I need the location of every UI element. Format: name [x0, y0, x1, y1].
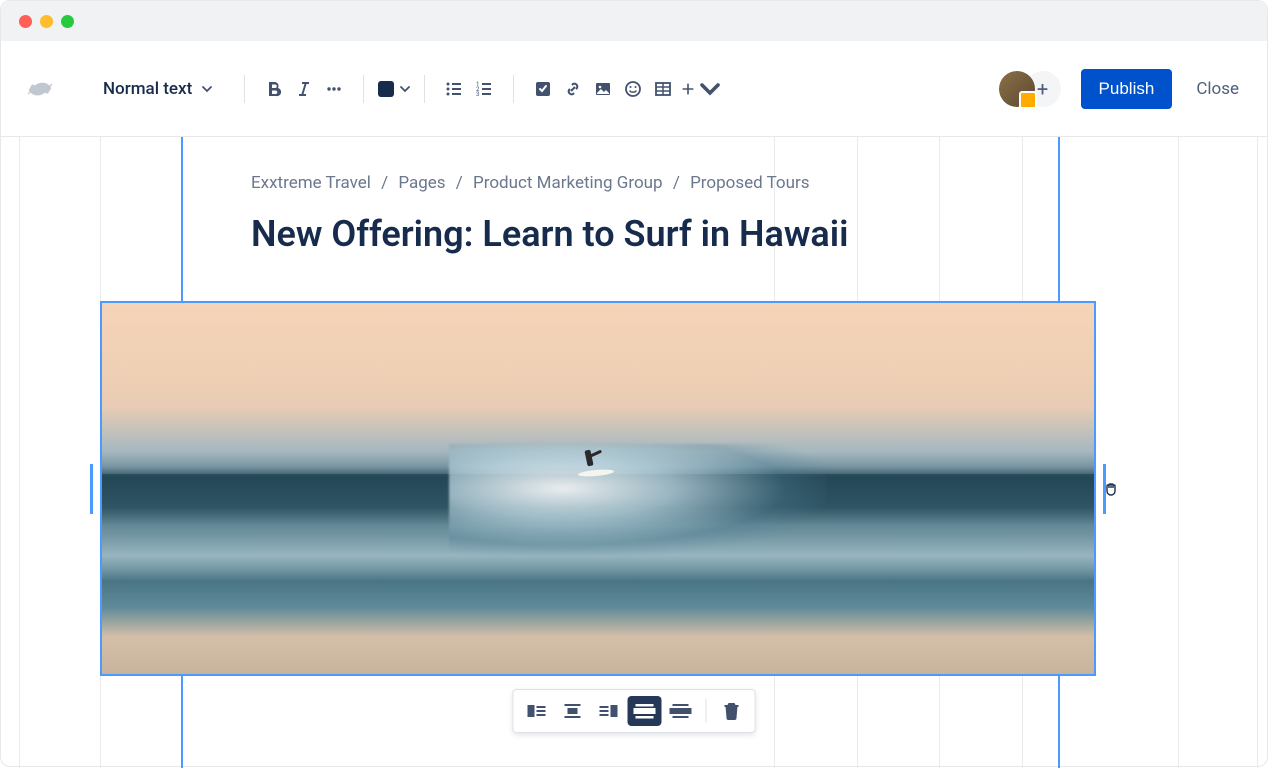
editor-toolbar: Normal text 123 [1, 41, 1267, 137]
publish-button[interactable]: Publish [1081, 69, 1173, 109]
breadcrumb-item[interactable]: Product Marketing Group [473, 173, 663, 193]
breadcrumb-item[interactable]: Pages [398, 173, 445, 193]
breadcrumb-separator: / [673, 173, 680, 193]
editor-canvas: Exxtreme Travel / Pages / Product Market… [1, 137, 1267, 768]
breadcrumb-item[interactable]: Exxtreme Travel [251, 173, 371, 193]
text-color-button[interactable] [378, 81, 410, 97]
image-align-center-button[interactable] [556, 696, 590, 726]
image-delete-button[interactable] [715, 696, 749, 726]
insert-menu-button[interactable] [678, 74, 722, 104]
breadcrumb: Exxtreme Travel / Pages / Product Market… [251, 173, 990, 193]
window-titlebar [1, 1, 1267, 41]
bold-icon [264, 79, 284, 99]
toolbar-divider [706, 699, 707, 723]
action-item-icon [533, 79, 553, 99]
svg-text:3: 3 [476, 91, 479, 98]
page-title[interactable]: New Offering: Learn to Surf in Hawaii [251, 213, 990, 256]
breadcrumb-separator: / [456, 173, 463, 193]
plus-icon [680, 79, 696, 99]
numbered-list-button[interactable]: 123 [469, 74, 499, 104]
text-style-dropdown[interactable]: Normal text [103, 79, 212, 99]
italic-icon [294, 79, 314, 99]
image-align-left-button[interactable] [520, 696, 554, 726]
window-minimize-button[interactable] [40, 15, 53, 28]
wide-icon [634, 703, 656, 719]
user-avatar[interactable] [999, 71, 1035, 107]
numbered-list-icon: 123 [474, 79, 494, 99]
breadcrumb-item[interactable]: Proposed Tours [690, 173, 809, 193]
bullet-list-icon [444, 79, 464, 99]
toolbar-divider [513, 75, 514, 103]
image-button[interactable] [588, 74, 618, 104]
align-center-icon [563, 703, 583, 719]
bold-button[interactable] [259, 74, 289, 104]
more-icon [324, 79, 344, 99]
link-button[interactable] [558, 74, 588, 104]
toolbar-divider [363, 75, 364, 103]
color-swatch-icon [378, 81, 394, 97]
image-resize-handle-left[interactable] [90, 464, 93, 514]
surf-image [102, 303, 1094, 674]
table-button[interactable] [648, 74, 678, 104]
emoji-icon [623, 79, 643, 99]
action-item-button[interactable] [528, 74, 558, 104]
italic-button[interactable] [289, 74, 319, 104]
text-style-label: Normal text [103, 79, 192, 99]
collaborators: + [999, 71, 1061, 107]
table-icon [653, 79, 673, 99]
chevron-down-icon [400, 84, 410, 94]
link-icon [563, 79, 583, 99]
image-wide-button[interactable] [628, 696, 662, 726]
emoji-button[interactable] [618, 74, 648, 104]
window-zoom-button[interactable] [61, 15, 74, 28]
image-icon [593, 79, 613, 99]
image-full-width-button[interactable] [664, 696, 698, 726]
chevron-down-icon [202, 84, 212, 94]
bullet-list-button[interactable] [439, 74, 469, 104]
more-formatting-button[interactable] [319, 74, 349, 104]
breadcrumb-separator: / [381, 173, 388, 193]
image-floating-toolbar [513, 689, 756, 733]
trash-icon [724, 702, 740, 720]
toolbar-divider [244, 75, 245, 103]
close-button[interactable]: Close [1196, 79, 1239, 99]
align-left-icon [527, 703, 547, 719]
toolbar-divider [424, 75, 425, 103]
align-right-icon [599, 703, 619, 719]
window-close-button[interactable] [19, 15, 32, 28]
selected-image-block[interactable] [100, 301, 1096, 676]
image-align-right-button[interactable] [592, 696, 626, 726]
chevron-down-icon [700, 79, 720, 99]
grab-cursor-icon [1102, 479, 1122, 499]
confluence-logo-icon [25, 74, 55, 104]
full-width-icon [670, 703, 692, 719]
